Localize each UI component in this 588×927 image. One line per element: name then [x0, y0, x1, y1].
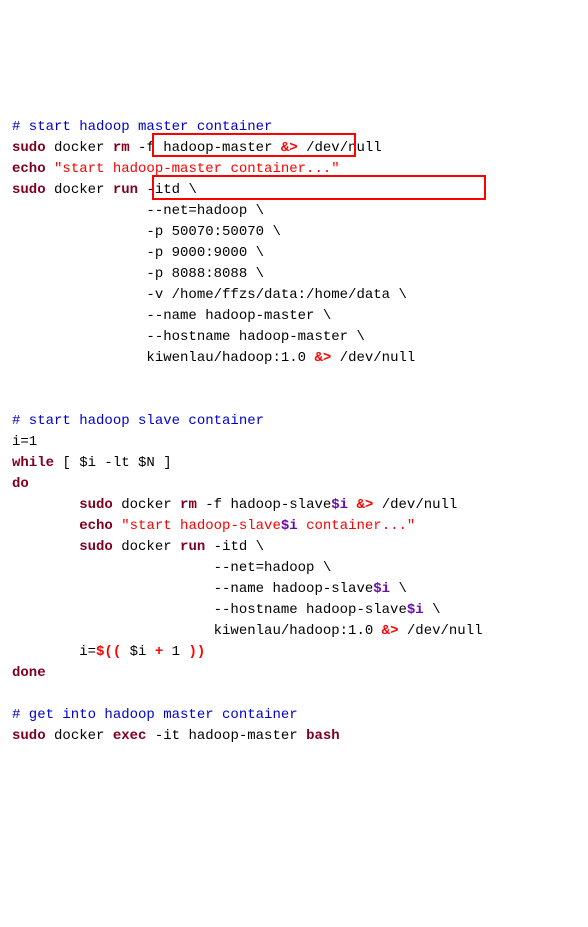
txt: [ $i -lt $N ]	[54, 455, 172, 471]
txt: -f hadoop-master	[130, 140, 281, 156]
txt: -it hadoop-master	[146, 728, 306, 744]
kw-while: while	[12, 455, 54, 471]
var: $i	[407, 602, 424, 618]
kw-sudo: sudo	[12, 140, 46, 156]
txt: --net=hadoop \	[12, 203, 264, 219]
string: "start hadoop-master container..."	[54, 161, 340, 177]
txt: -itd \	[138, 182, 197, 198]
txt: -itd \	[205, 539, 264, 555]
txt: \	[390, 581, 407, 597]
txt: -p 9000:9000 \	[12, 245, 264, 261]
txt: \	[424, 602, 441, 618]
pad	[12, 518, 79, 534]
string: "start hadoop-slave	[121, 518, 281, 534]
kw-done: done	[12, 665, 46, 681]
txt: -p 50070:50070 \	[12, 224, 281, 240]
kw-echo: echo	[79, 518, 121, 534]
pad	[12, 644, 79, 660]
kw-run: run	[113, 182, 138, 198]
var: $i	[373, 581, 390, 597]
var: $i	[281, 518, 298, 534]
txt: /dev/null	[298, 140, 382, 156]
var: $i	[331, 497, 348, 513]
txt: --hostname hadoop-master \	[12, 329, 365, 345]
kw-rm: rm	[113, 140, 130, 156]
txt: /dev/null	[373, 497, 457, 513]
pad	[12, 539, 79, 555]
kw-exec: exec	[113, 728, 147, 744]
txt: docker	[46, 140, 113, 156]
txt: 1	[163, 644, 188, 660]
txt: docker	[46, 182, 113, 198]
op-redir: &>	[382, 623, 399, 639]
txt: $i	[121, 644, 155, 660]
comment: # get into hadoop master container	[12, 707, 298, 723]
txt: i=	[79, 644, 96, 660]
txt: kiwenlau/hadoop:1.0	[12, 623, 382, 639]
txt: -p 8088:8088 \	[12, 266, 264, 282]
kw-sudo: sudo	[12, 182, 46, 198]
kw-do: do	[12, 476, 29, 492]
txt: /dev/null	[398, 623, 482, 639]
txt: kiwenlau/hadoop:1.0	[12, 350, 314, 366]
comment: # start hadoop master container	[12, 119, 272, 135]
code-block: # start hadoop master container sudo doc…	[12, 96, 576, 747]
string: container..."	[298, 518, 416, 534]
kw-sudo: sudo	[79, 539, 113, 555]
op-redir: &>	[281, 140, 298, 156]
txt: docker	[46, 728, 113, 744]
txt: --name hadoop-slave	[12, 581, 373, 597]
txt: docker	[113, 497, 180, 513]
op-redir: &>	[314, 350, 331, 366]
txt: --net=hadoop \	[12, 560, 331, 576]
kw-run: run	[180, 539, 205, 555]
txt: --hostname hadoop-slave	[12, 602, 407, 618]
kw-sudo: sudo	[12, 728, 46, 744]
op-redir: &>	[348, 497, 373, 513]
kw-echo: echo	[12, 161, 54, 177]
txt: -f hadoop-slave	[197, 497, 331, 513]
txt: --name hadoop-master \	[12, 308, 331, 324]
kw-sudo: sudo	[79, 497, 113, 513]
txt: /dev/null	[331, 350, 415, 366]
txt: docker	[113, 539, 180, 555]
pad	[12, 497, 79, 513]
kw-rm: rm	[180, 497, 197, 513]
comment: # start hadoop slave container	[12, 413, 264, 429]
op: $((	[96, 644, 121, 660]
op: ))	[188, 644, 205, 660]
op-plus: +	[155, 644, 163, 660]
txt: i=1	[12, 434, 37, 450]
txt: -v /home/ffzs/data:/home/data \	[12, 287, 407, 303]
kw-bash: bash	[306, 728, 340, 744]
